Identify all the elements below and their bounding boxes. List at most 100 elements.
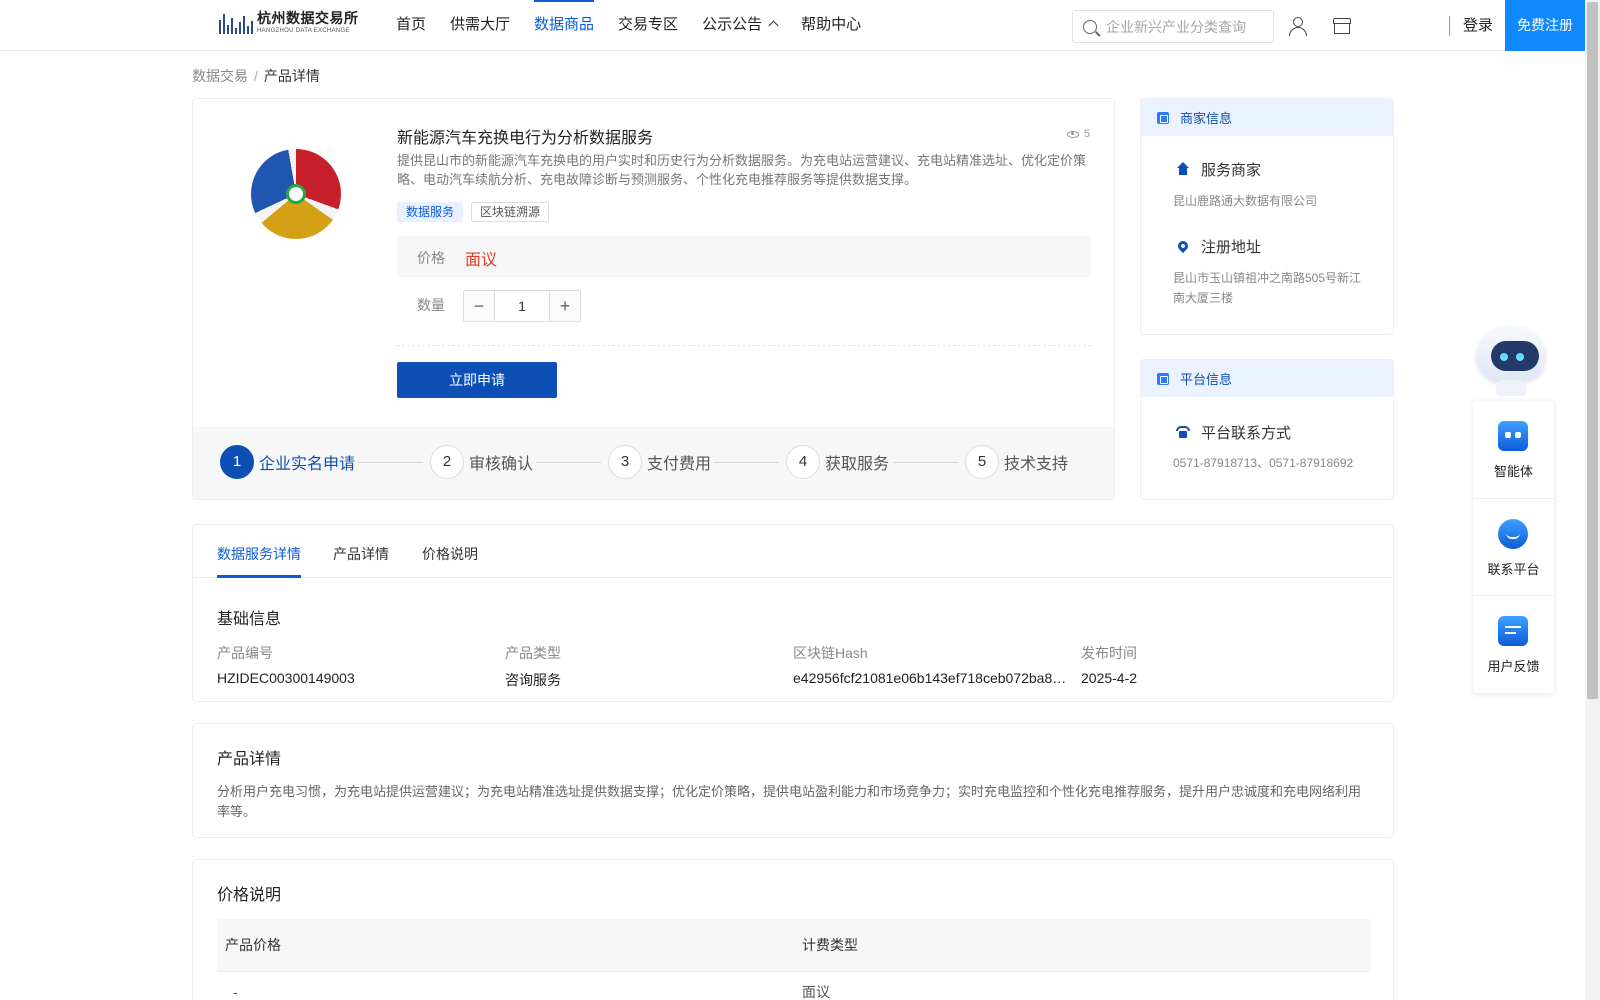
price-label: 价格	[417, 250, 445, 266]
headset-icon	[1498, 519, 1528, 549]
quantity-stepper: − 1 +	[463, 290, 581, 322]
service-merchant-value: 昆山鹿路通大数据有限公司	[1173, 194, 1318, 208]
robot-assistant-icon[interactable]	[1472, 326, 1550, 398]
step-label: 审核确认	[469, 456, 534, 473]
logo-bars-icon	[219, 12, 253, 34]
login-link[interactable]: 登录	[1463, 0, 1493, 51]
search-box[interactable]	[1072, 10, 1274, 43]
nav-announcements-label: 公示公告	[702, 16, 763, 33]
merchant-icon	[1157, 112, 1169, 124]
price-row: 价格 面议	[397, 236, 1091, 277]
step-connector	[714, 462, 779, 463]
logo-name-en: HANGZHOU DATA EXCHANGE	[257, 28, 350, 34]
product-detail-title: 产品详情	[217, 751, 282, 768]
info-value: e42956fcf21081e06b143ef718ceb072ba8…	[793, 670, 1067, 686]
cell-product-price: -	[233, 984, 238, 1000]
step-connector	[536, 462, 601, 463]
service-merchant-label: 服务商家	[1201, 162, 1262, 179]
chevron-up-icon	[768, 20, 779, 31]
header-product-price: 产品价格	[225, 937, 281, 953]
main-nav: 首页 供需大厅 数据商品 交易专区 公示公告 帮助中心	[396, 0, 885, 51]
float-contact-label: 联系平台	[1487, 562, 1540, 577]
view-count-value: 5	[1083, 128, 1090, 140]
step-connector	[358, 462, 423, 463]
price-explain-card: 价格说明 产品价格 计费类型 - 面议	[192, 859, 1394, 1000]
product-detail-card: 产品详情 分析用户充电习惯，为充电站提供运营建议；为充电站精准选址提供数据支撑；…	[192, 723, 1394, 838]
search-input[interactable]	[1106, 18, 1266, 35]
platform-contact-label: 平台联系方式	[1201, 425, 1292, 442]
float-contact-platform[interactable]: 联系平台	[1473, 498, 1554, 595]
robot-chat-icon	[1498, 421, 1528, 451]
tab-product-details[interactable]: 产品详情	[333, 544, 389, 578]
nav-announcements[interactable]: 公示公告	[702, 0, 779, 51]
quantity-decrease-button[interactable]: −	[464, 291, 495, 321]
step-label: 支付费用	[647, 456, 712, 473]
divider	[397, 345, 1091, 346]
info-value: HZIDEC00300149003	[217, 670, 355, 686]
step-label: 企业实名申请	[259, 456, 356, 473]
floating-service-panel: 智能体 联系平台 用户反馈	[1473, 401, 1554, 693]
site-logo[interactable]: 杭州数据交易所 HANGZHOU DATA EXCHANGE	[219, 11, 359, 34]
view-count: 5	[1066, 128, 1090, 140]
merchant-info-card: 商家信息 服务商家 昆山鹿路通大数据有限公司 注册地址 昆山市玉山镇祖冲之南路5…	[1140, 98, 1394, 335]
quantity-value[interactable]: 1	[495, 291, 549, 321]
detail-tabs: 数据服务详情 产品详情 价格说明	[193, 525, 1393, 578]
user-icon[interactable]	[1288, 16, 1308, 36]
platform-icon	[1157, 373, 1169, 385]
basic-info-title: 基础信息	[217, 611, 282, 628]
step-number: 1	[220, 445, 254, 479]
registered-address-value: 昆山市玉山镇祖冲之南路505号新江南大厦三楼	[1173, 271, 1362, 305]
info-value: 咨询服务	[505, 672, 561, 688]
step-4: 4 获取服务	[786, 445, 889, 479]
info-product-type: 产品类型 咨询服务	[505, 643, 793, 690]
tab-price-explain[interactable]: 价格说明	[422, 544, 478, 578]
quantity-increase-button[interactable]: +	[549, 291, 580, 321]
price-value: 面议	[465, 252, 498, 269]
home-icon	[1176, 162, 1190, 176]
nav-help[interactable]: 帮助中心	[801, 0, 861, 51]
step-connector	[893, 462, 958, 463]
store-icon[interactable]	[1332, 16, 1352, 36]
platform-info-header: 平台信息	[1141, 360, 1393, 397]
price-table-header: 产品价格 计费类型	[217, 919, 1371, 971]
location-pin-icon	[1175, 238, 1191, 254]
cell-billing-type: 面议	[802, 984, 830, 1000]
registered-address-label: 注册地址	[1201, 239, 1262, 256]
price-explain-title: 价格说明	[217, 887, 282, 904]
product-detail-text: 分析用户充电习惯，为充电站提供运营建议；为充电站精准选址提供数据支撑；优化定价策…	[217, 784, 1362, 819]
search-icon[interactable]	[1083, 19, 1097, 34]
nav-data-products[interactable]: 数据商品	[534, 0, 595, 51]
platform-contact-value: 0571-87918713、0571-87918692	[1173, 456, 1354, 470]
tag-data-service: 数据服务	[397, 202, 464, 222]
nav-home[interactable]: 首页	[396, 0, 426, 51]
product-card: 新能源汽车充换电行为分析数据服务 5 提供昆山市的新能源汽车充换电的用户实时和历…	[192, 98, 1115, 500]
step-number: 3	[608, 445, 642, 479]
scrollbar-thumb[interactable]	[1587, 2, 1598, 699]
merchant-info-header: 商家信息	[1141, 99, 1393, 136]
tag-blockchain: 区块链溯源	[471, 202, 550, 222]
breadcrumb-current: 产品详情	[263, 68, 320, 84]
platform-info-title: 平台信息	[1180, 372, 1233, 387]
register-button[interactable]: 免费注册	[1505, 0, 1585, 51]
apply-now-button[interactable]: 立即申请	[397, 362, 557, 398]
float-ai-agent[interactable]: 智能体	[1473, 401, 1554, 498]
tab-service-details[interactable]: 数据服务详情	[217, 544, 301, 578]
step-number: 4	[786, 445, 820, 479]
info-blockchain-hash: 区块链Hash e42956fcf21081e06b143ef718ceb072…	[793, 643, 1081, 690]
float-user-feedback[interactable]: 用户反馈	[1473, 595, 1554, 692]
top-header: 杭州数据交易所 HANGZHOU DATA EXCHANGE 首页 供需大厅 数…	[0, 0, 1585, 51]
platform-info-card: 平台信息 平台联系方式 0571-87918713、0571-87918692	[1140, 359, 1394, 500]
nav-supply-demand[interactable]: 供需大厅	[450, 0, 510, 51]
process-steps: 1 企业实名申请 2 审核确认 3 支付费用 4 获取服务 5 技术支持	[193, 427, 1114, 499]
service-details-card: 数据服务详情 产品详情 价格说明 基础信息 产品编号 HZIDEC0030014…	[192, 524, 1394, 702]
phone-icon	[1176, 426, 1190, 438]
info-label: 产品类型	[505, 645, 561, 661]
info-label: 区块链Hash	[793, 645, 868, 661]
eye-icon	[1066, 130, 1079, 138]
info-product-id: 产品编号 HZIDEC00300149003	[217, 643, 505, 690]
step-label: 获取服务	[825, 456, 890, 473]
step-number: 5	[965, 445, 999, 479]
nav-trade-zone[interactable]: 交易专区	[618, 0, 678, 51]
info-label: 发布时间	[1081, 645, 1137, 661]
breadcrumb-root[interactable]: 数据交易	[192, 68, 248, 84]
